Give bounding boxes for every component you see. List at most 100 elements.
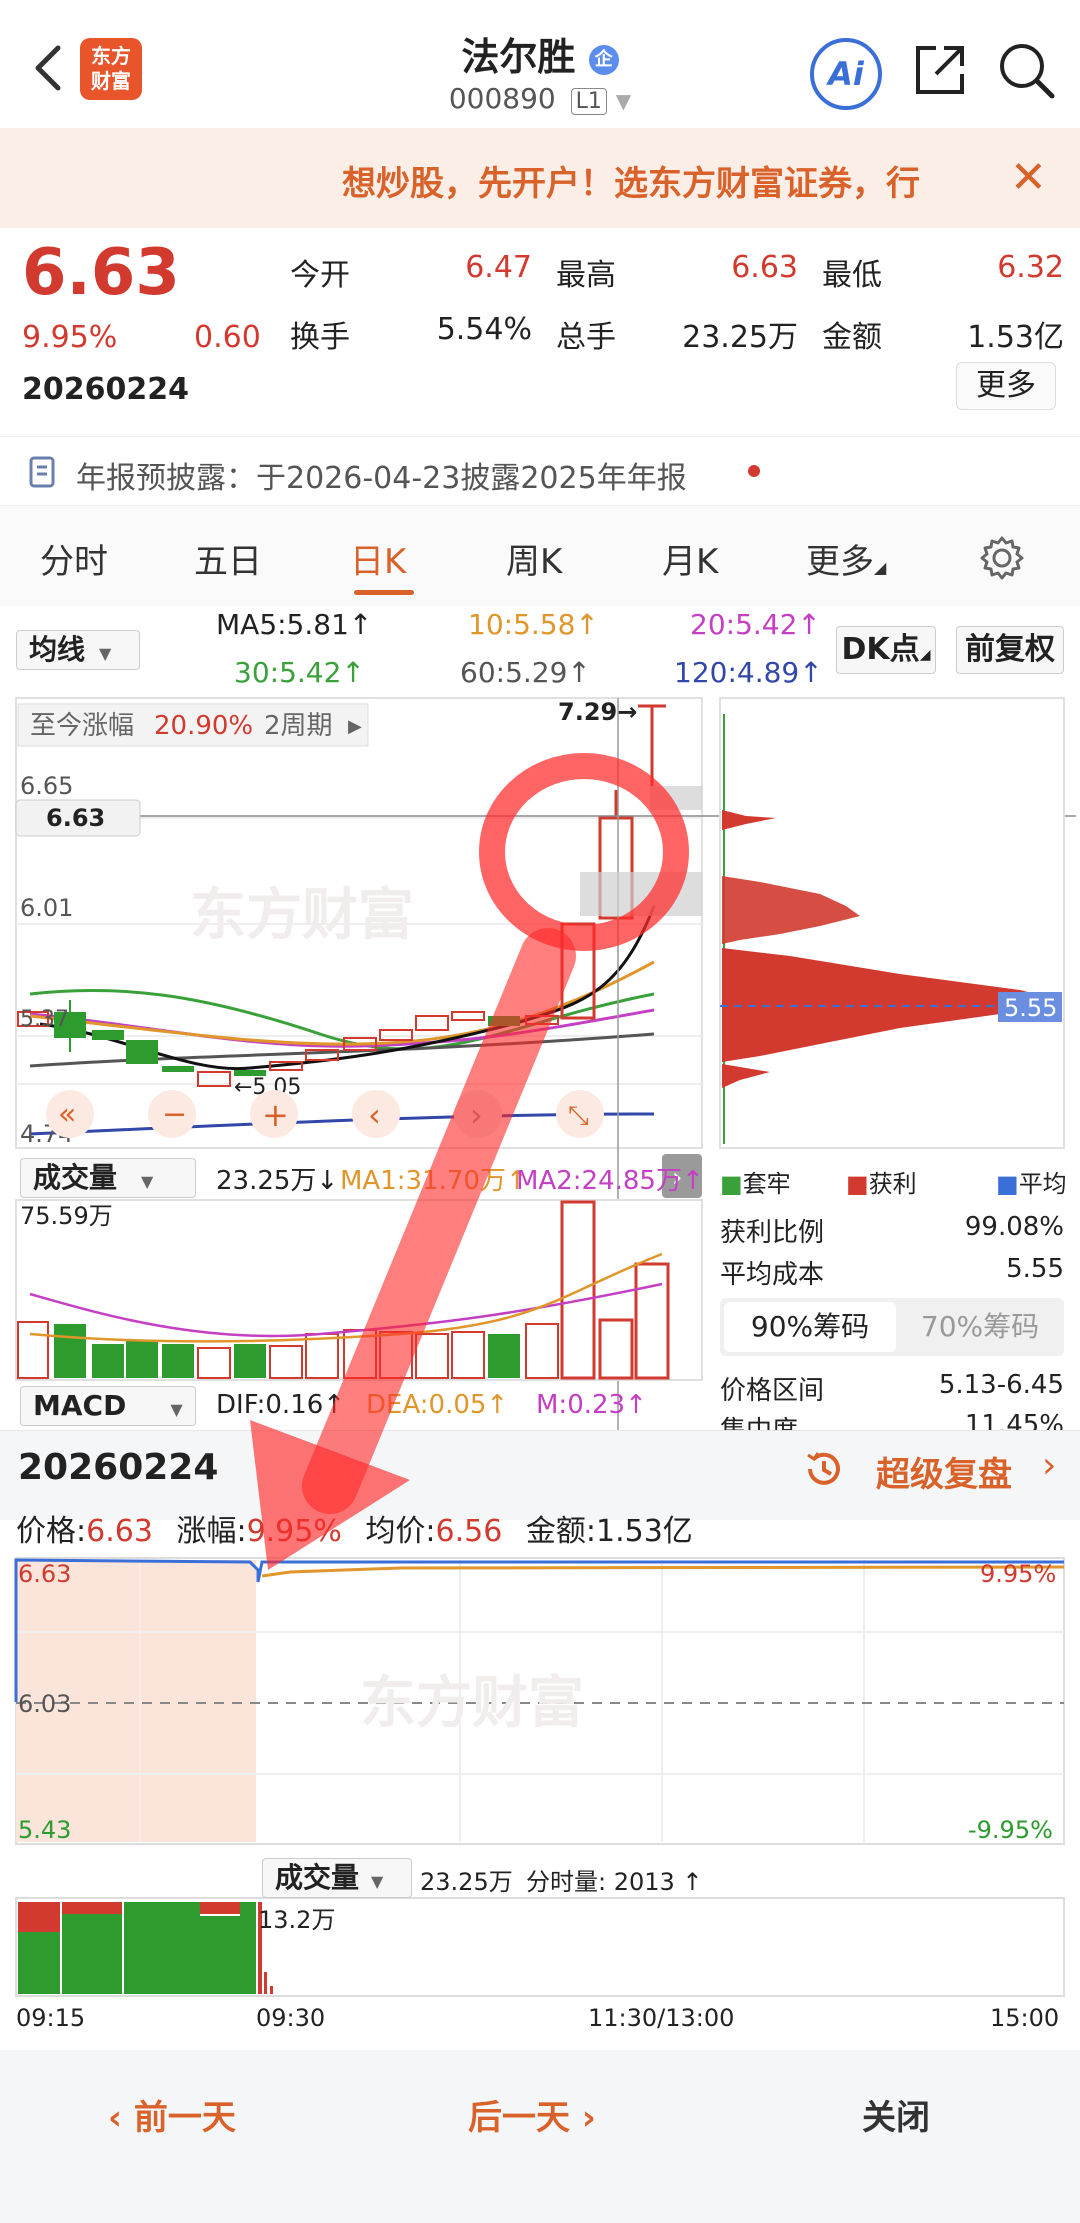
volume-value: 23.25万 (682, 320, 798, 355)
turnover-value: 5.54% (436, 312, 532, 347)
current-price: 6.63 (22, 236, 180, 310)
amount-label: 金额: (525, 1514, 596, 1549)
intraday-minute-volume: 分时量: 2013 ↑ (526, 1868, 703, 1896)
ma60-value: 60:5.29↑ (460, 656, 591, 689)
macd-m: M:0.23↑ (536, 1390, 647, 1420)
search-icon[interactable] (996, 40, 1056, 100)
axis-label-mid: 6.01 (20, 894, 73, 922)
back-arrow-icon[interactable] (28, 42, 68, 94)
high-value: 6.63 (731, 250, 798, 285)
intraday-chart-area[interactable]: 东方财富 6.63 6.03 5.43 9.95% -9.95% 13.2万 0… (0, 1552, 1080, 2032)
ma20-value: 20:5.42↑ (690, 608, 821, 641)
annual-report-notice[interactable]: 年报预披露：于2026-04-23披露2025年年报 (0, 436, 1080, 506)
previous-day-button[interactable]: ‹ 前一天 (108, 2090, 236, 2139)
price-range-value: 5.13-6.45 (938, 1370, 1064, 1400)
chip-tabs: 90%筹码 70%筹码 (720, 1298, 1064, 1356)
close-icon[interactable]: ✕ (1010, 152, 1047, 203)
avg-value: 6.56 (435, 1514, 503, 1549)
legend-trapped-label: 套牢 (742, 1170, 791, 1198)
share-icon[interactable] (910, 40, 970, 100)
volume-ma1: MA1:31.70万↑ (340, 1166, 528, 1196)
enterprise-badge: 企 (588, 44, 619, 75)
history-clock-icon[interactable] (802, 1447, 846, 1491)
dropdown-caret-icon: ▼ (170, 1400, 183, 1419)
promo-text[interactable]: 想炒股，先开户！选东方财富证券，行 (0, 156, 960, 205)
dropdown-caret-icon[interactable]: ▼ (616, 89, 631, 113)
range-gain-label: 至今涨幅 (30, 711, 134, 741)
candle (488, 1016, 520, 1026)
intraday-volume-select[interactable]: 成交量 ▼ (262, 1858, 412, 1898)
gear-icon[interactable] (978, 534, 1026, 582)
volume-indicator-select[interactable]: 成交量 ▼ (20, 1158, 196, 1198)
range-gain-value: 20.90% (154, 711, 253, 741)
legend-average: ■平均 (996, 1170, 1067, 1198)
ma5-value: MA5:5.81↑ (216, 608, 373, 641)
document-icon (29, 456, 55, 488)
intraday-volume-axis: 13.2万 (258, 1906, 335, 1934)
time-label-close: 15:00 (990, 2004, 1059, 2032)
plus-icon: + (262, 1096, 289, 1134)
time-label-auction-end: 09:30 (256, 2004, 325, 2032)
change-percent: 9.95% (22, 320, 118, 355)
tab-daily-k[interactable]: 日K (350, 534, 406, 583)
chevron-right-icon: › (470, 1096, 483, 1134)
caret-icon: ◢ (919, 647, 931, 663)
axis-label-low2: 5.37 (20, 1007, 69, 1032)
volume-value: 23.25万↓ (216, 1166, 339, 1196)
ai-assistant-icon[interactable]: Ai (810, 38, 882, 110)
max-price-label: 7.29→ (558, 698, 637, 726)
pct-label: 涨幅: (176, 1514, 247, 1549)
footer-navigation: ‹ 前一天 后一天 › 关闭 (0, 2050, 1080, 2223)
stock-code-line: 000890 L1 ▼ (380, 82, 700, 115)
super-replay-link[interactable]: 超级复盘 (876, 1447, 1012, 1496)
dropdown-caret-icon: ▼ (371, 1872, 384, 1891)
avg-label: 均价: (365, 1514, 436, 1549)
tab-chip-90[interactable]: 90%筹码 (724, 1302, 896, 1352)
more-button[interactable]: 更多 (956, 362, 1056, 410)
notice-text[interactable]: 年报预披露：于2026-04-23披露2025年年报 (76, 453, 687, 497)
stock-title: 法尔胜 企 (380, 26, 700, 81)
dk-point-button[interactable]: DK点◢ (836, 626, 936, 674)
amount-value: 1.53亿 (595, 1514, 693, 1549)
watermark: 东方财富 (190, 883, 414, 948)
top-navigation-bar: 东方 财富 法尔胜 企 000890 L1 ▼ Ai (0, 0, 1080, 128)
chevron-right-icon: ▶ (348, 716, 362, 737)
promo-banner[interactable]: 想炒股，先开户！选东方财富证券，行 ✕ (0, 128, 1080, 228)
tab-chip-70[interactable]: 70%筹码 (900, 1302, 1060, 1352)
intraday-axis-mid: 6.03 (18, 1690, 71, 1718)
axis-label-top: 6.65 (20, 772, 73, 800)
tab-weekly-k[interactable]: 周K (506, 534, 562, 583)
close-button[interactable]: 关闭 (862, 2090, 930, 2139)
intraday-volume-value: 23.25万 (420, 1868, 513, 1896)
chevron-right-icon[interactable]: › (1042, 1445, 1056, 1486)
pct-value: 9.95% (246, 1514, 342, 1549)
chevron-left-icon: ‹ (368, 1096, 381, 1134)
tab-five-day[interactable]: 五日 (194, 534, 262, 583)
candle (162, 1066, 194, 1072)
tab-intraday[interactable]: 分时 (40, 534, 108, 583)
logo-text-1: 东方 (91, 44, 131, 68)
turnover-label: 换手 (290, 320, 350, 355)
price-adjust-button[interactable]: 前复权 (956, 626, 1064, 674)
logo-text-2: 财富 (91, 69, 131, 93)
ma10-value: 10:5.58↑ (468, 608, 599, 641)
intraday-axis-low: 5.43 (18, 1816, 71, 1844)
caret-icon: ◢ (874, 558, 887, 577)
price-label: 价格: (16, 1514, 87, 1549)
tab-monthly-k[interactable]: 月K (662, 534, 718, 583)
high-label: 最高 (556, 258, 616, 293)
macd-select-label: MACD (33, 1389, 127, 1422)
indicator-select[interactable]: 均线 ▼ (16, 630, 140, 670)
ma30-value: 30:5.42↑ (234, 656, 365, 689)
volume-label: 总手 (556, 320, 616, 355)
previous-day-label: 前一天 (133, 2098, 236, 2138)
tab-more[interactable]: 更多◢ (806, 534, 886, 583)
chevron-right-icon: › (570, 2098, 596, 2138)
dropdown-caret-icon: ▼ (141, 1172, 154, 1191)
tab-more-label: 更多 (806, 542, 874, 582)
price-value: 6.63 (86, 1514, 153, 1549)
legend-profit: ■获利 (846, 1170, 917, 1198)
next-day-button[interactable]: 后一天 › (468, 2090, 596, 2139)
macd-indicator-select[interactable]: MACD ▼ (20, 1386, 196, 1426)
avg-cost-tag-text: 5.55 (1004, 994, 1057, 1022)
